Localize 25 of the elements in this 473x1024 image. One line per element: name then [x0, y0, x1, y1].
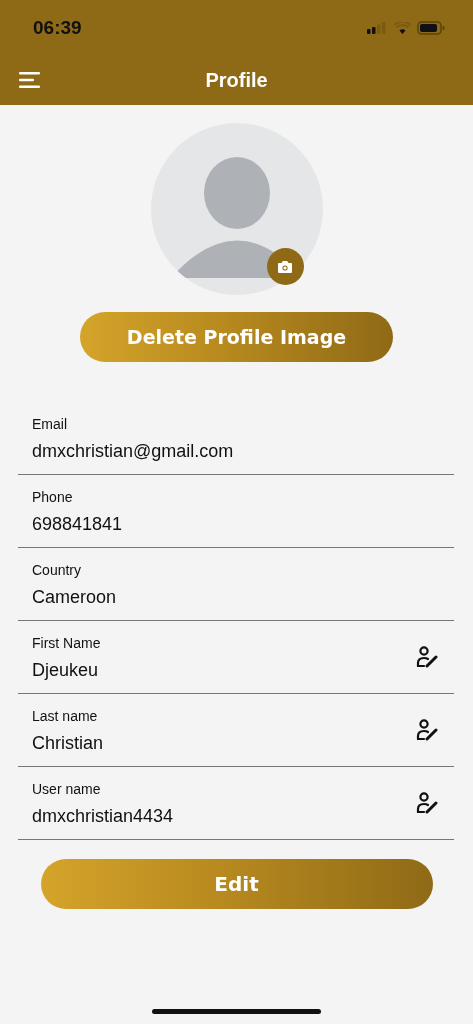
- menu-icon[interactable]: [19, 72, 41, 88]
- field-label: User name: [32, 781, 102, 797]
- field-value: Cameroon: [32, 587, 118, 608]
- screen-title: Profile: [205, 68, 268, 92]
- signal-icon: [366, 21, 388, 34]
- field-value: dmxchristian4434: [32, 806, 175, 827]
- field-label: Country: [32, 562, 83, 578]
- field-value: 698841841: [32, 514, 124, 535]
- user-edit-icon[interactable]: [416, 646, 440, 668]
- status-time: 06:39: [33, 16, 82, 39]
- battery-icon: [417, 20, 445, 35]
- field-value: dmxchristian@gmail.com: [32, 441, 235, 462]
- field-label: Last name: [32, 708, 99, 724]
- edit-button[interactable]: Edit: [40, 859, 433, 909]
- camera-icon: [277, 259, 293, 274]
- field-value: Djeukeu: [32, 660, 100, 681]
- avatar-placeholder-icon: [150, 123, 323, 295]
- wifi-icon: [394, 21, 411, 34]
- field-value: Christian: [32, 733, 105, 754]
- user-edit-icon[interactable]: [416, 792, 440, 814]
- user-edit-icon[interactable]: [416, 719, 440, 741]
- field-label: Phone: [32, 489, 74, 505]
- field-label: Email: [32, 416, 68, 432]
- field-label: First Name: [32, 635, 102, 651]
- delete-image-button[interactable]: Delete Profile Image: [80, 312, 393, 362]
